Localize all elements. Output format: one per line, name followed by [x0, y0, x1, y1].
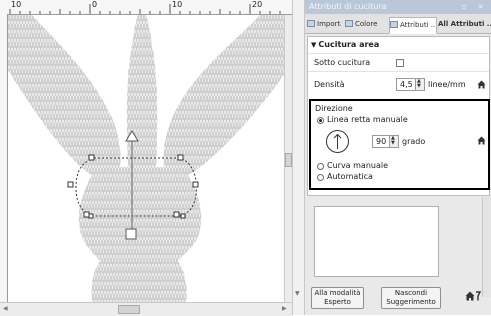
house-icon[interactable]: [477, 136, 486, 145]
density-label: Densità: [314, 80, 345, 89]
attributes-icon: [390, 21, 398, 28]
splitter[interactable]: ▼: [292, 0, 305, 315]
up-arrow-icon: [333, 133, 342, 149]
manual-curve-label: Curva manuale: [327, 161, 389, 170]
manual-straight-label: Linea retta manuale: [327, 115, 408, 124]
area-stitch-header[interactable]: ▼ Cucitura area: [311, 40, 379, 49]
ruler-ticks: [9, 4, 281, 14]
ruler-top: 10 0 10 20: [0, 0, 292, 15]
direction-label: Direzione: [315, 104, 353, 113]
spin-down-icon[interactable]: ▼: [417, 84, 421, 89]
fleur-de-lis-stitch-design: [8, 15, 284, 302]
angle-spin-arrows[interactable]: ▲ ▼: [389, 136, 398, 147]
panel-window-controls[interactable]: ▫ ×: [461, 2, 488, 11]
color-icon: [345, 20, 353, 27]
tab-import[interactable]: Importa: [307, 17, 341, 32]
dial-icon[interactable]: [326, 130, 349, 153]
under-sewing-label: Sotto cucitura: [314, 58, 371, 67]
house-icon[interactable]: [477, 80, 486, 89]
panel-tabs: Importa Colore Attributi ... All Attribu…: [305, 14, 491, 34]
design-canvas[interactable]: [8, 15, 284, 302]
stitch-preview: [314, 206, 439, 277]
attributes-properties: ▼ Cucitura area Sotto cucitura Densità 4,…: [307, 36, 490, 196]
stitch-attributes-panel: Attributi di cucitura ▫ × Importa Colore…: [305, 0, 491, 315]
row-separator: [308, 53, 489, 54]
scroll-left-icon[interactable]: ◀: [3, 305, 8, 313]
automatic-label: Automatica: [327, 172, 373, 181]
tab-color[interactable]: Colore: [345, 17, 385, 32]
panel-title: Attributi di cucitura: [309, 2, 387, 11]
panel-titlebar: Attributi di cucitura ▫ ×: [305, 0, 491, 14]
direction-group-highlight: Direzione Linea retta manuale 90 ▲ ▼ grad…: [309, 99, 490, 190]
collapse-triangle-icon: ▼: [311, 41, 317, 49]
scroll-right-icon[interactable]: ▶: [282, 305, 287, 313]
ruler-label: 10: [11, 0, 22, 9]
under-sewing-checkbox[interactable]: [396, 59, 404, 67]
horizontal-scroll-thumb[interactable]: [118, 305, 140, 314]
canvas-horizontal-scrollbar[interactable]: ◀ ▶: [0, 302, 292, 316]
radio-manual-curve[interactable]: [317, 163, 324, 170]
import-icon: [307, 20, 315, 27]
angle-value[interactable]: 90: [376, 137, 386, 146]
tab-attributes[interactable]: Attributi ...: [389, 17, 437, 34]
row-separator: [308, 71, 489, 72]
tool-icon[interactable]: [465, 291, 481, 301]
density-spin-arrows[interactable]: ▲ ▼: [415, 79, 424, 90]
ruler-left: [0, 14, 8, 302]
spin-down-icon[interactable]: ▼: [391, 141, 395, 146]
ruler-label: 20: [252, 0, 263, 9]
tab-all-attributes[interactable]: All Attributi ...: [438, 17, 491, 32]
direction-handle: [125, 228, 137, 240]
density-value[interactable]: 4,5: [400, 80, 413, 89]
hide-suggestion-button[interactable]: Nascondi Suggerimento: [381, 287, 441, 309]
angle-spinner[interactable]: 90 ▲ ▼: [372, 135, 399, 148]
ruler-label: 0: [92, 0, 98, 9]
radio-manual-straight[interactable]: [317, 117, 324, 124]
scroll-down-icon[interactable]: ▼: [295, 290, 300, 298]
density-unit: linee/mm: [428, 80, 466, 89]
radio-automatic[interactable]: [317, 174, 324, 181]
vertical-scroll-thumb[interactable]: [285, 153, 292, 167]
panel-vertical-scrollbar[interactable]: [482, 197, 491, 297]
ruler-label: 10: [172, 0, 183, 9]
expert-mode-button[interactable]: Alla modalità Esperto: [311, 287, 364, 309]
density-spinner[interactable]: 4,5 ▲ ▼: [396, 78, 425, 91]
angle-unit: grado: [402, 137, 426, 146]
